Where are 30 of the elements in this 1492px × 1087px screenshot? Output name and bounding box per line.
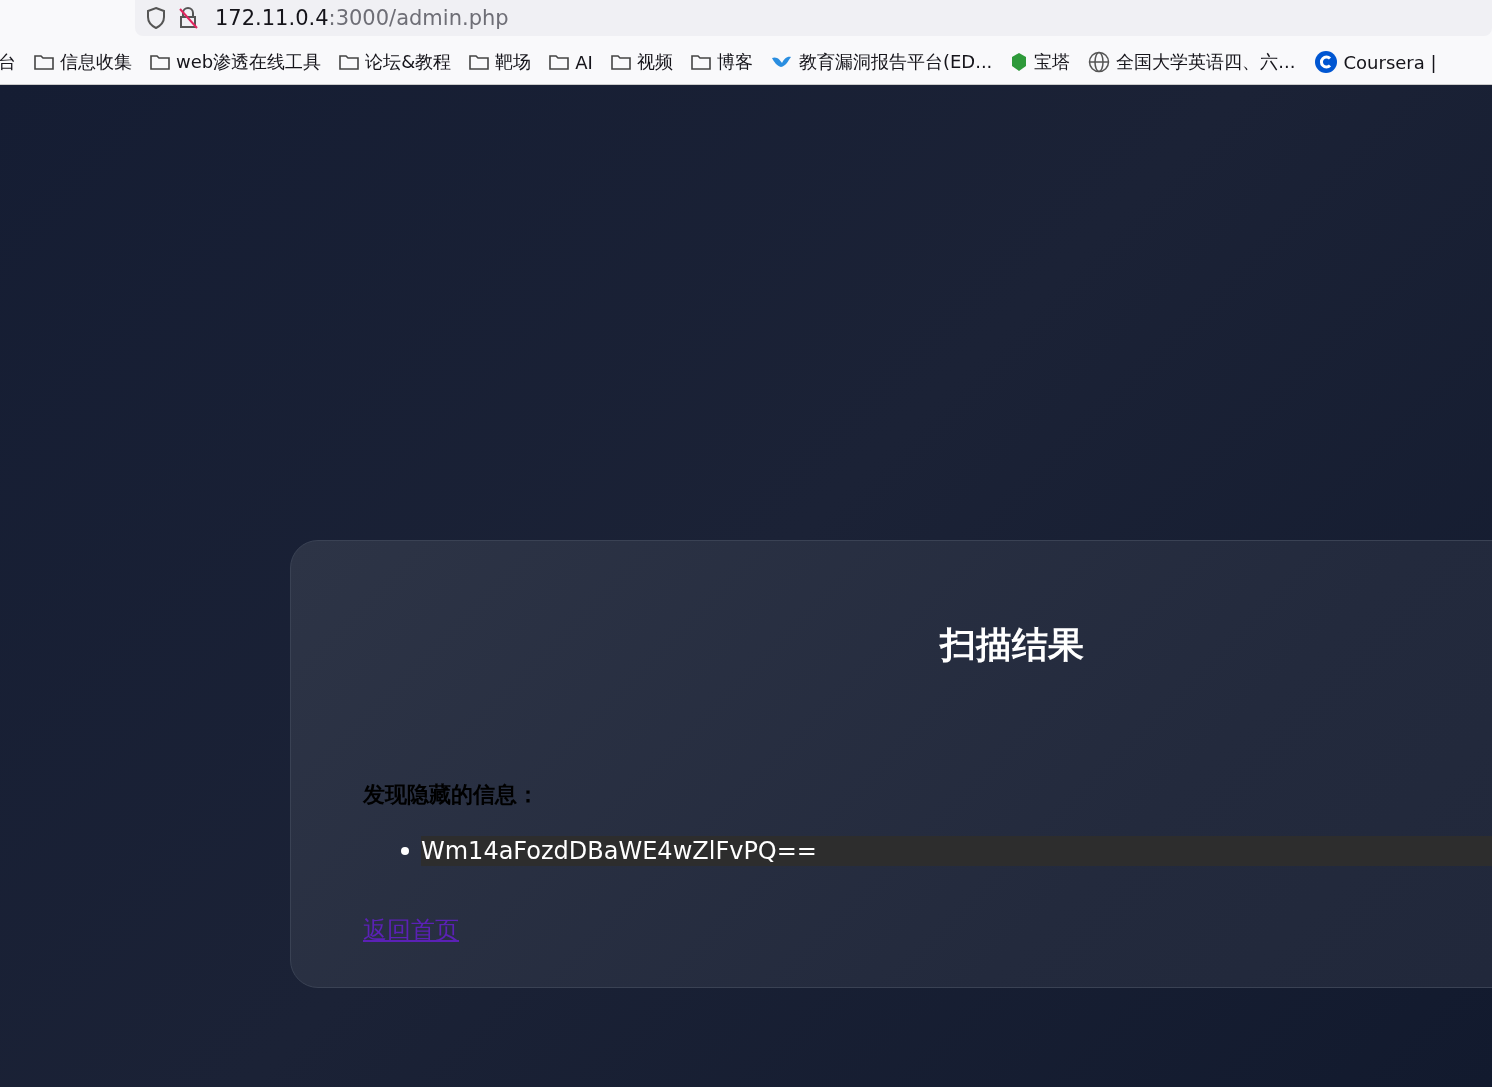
bookmark[interactable]: 台 [0, 50, 16, 74]
bookmark[interactable]: 靶场 [469, 50, 532, 74]
bookmark[interactable]: 信息收集 [34, 50, 132, 74]
bookmark[interactable]: AI [549, 51, 593, 73]
bullet-icon [401, 847, 409, 855]
bookmark[interactable]: web渗透在线工具 [150, 50, 322, 74]
bookmark[interactable]: 教育漏洞报告平台(ED... [770, 50, 993, 74]
folder-icon [610, 54, 631, 70]
coursera-icon [1313, 50, 1338, 74]
folder-icon [34, 54, 54, 70]
encoded-text: Wm14aFozdDBaWE4wZlFvPQ== [421, 836, 1492, 866]
url-path: :3000/admin.php [328, 6, 509, 30]
insecure-lock-icon[interactable] [177, 6, 199, 30]
folder-icon [469, 54, 490, 70]
shield-icon[interactable] [145, 6, 167, 30]
globe-icon [1088, 51, 1111, 73]
bookmark[interactable]: 全国大学英语四、六... [1088, 50, 1296, 74]
folder-icon [339, 54, 360, 70]
bookmark[interactable]: 博客 [690, 50, 753, 74]
address-bar[interactable]: 172.11.0.4:3000/admin.php [135, 0, 1492, 36]
folder-icon [690, 54, 711, 70]
folder-icon [150, 54, 170, 70]
bookmark[interactable]: 宝塔 [1010, 50, 1071, 74]
folder-icon [549, 54, 570, 70]
card-title: 扫描结果 [938, 623, 1085, 667]
url-host: 172.11.0.4 [215, 6, 329, 30]
bookmark[interactable]: 论坛&教程 [339, 50, 452, 74]
bookmark[interactable]: Coursera | [1313, 50, 1437, 74]
bookmark[interactable]: 视频 [610, 50, 673, 74]
section-heading: 发现隐藏的信息： [363, 781, 539, 809]
